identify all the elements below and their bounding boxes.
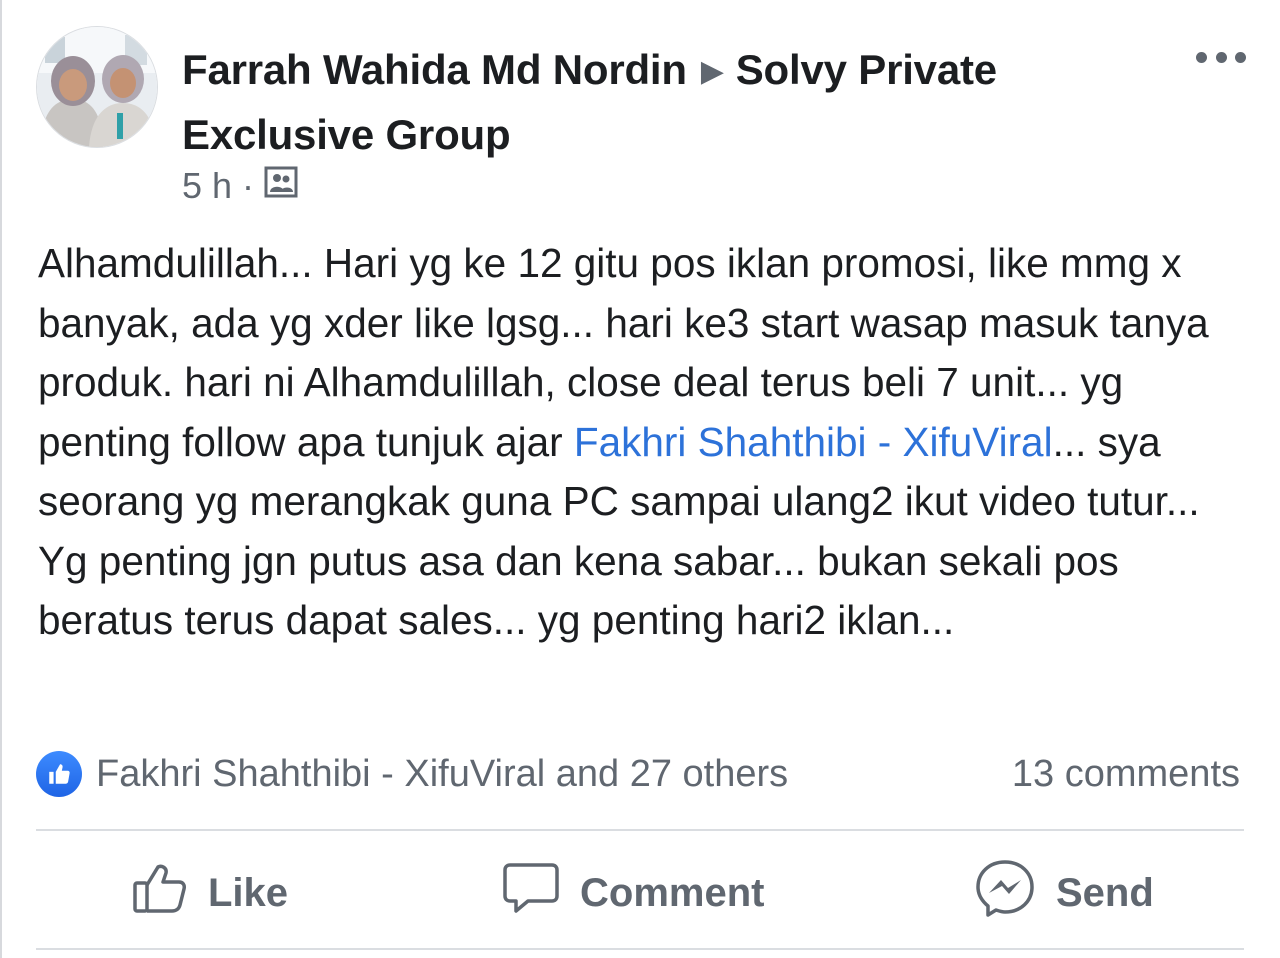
like-label: Like — [208, 870, 289, 915]
reactions-text: Fakhri Shahthibi - XifuViral and 27 othe… — [96, 752, 789, 795]
messenger-icon — [974, 858, 1036, 928]
reactions-summary[interactable]: Fakhri Shahthibi - XifuViral and 27 othe… — [36, 750, 788, 798]
comment-button[interactable]: Comment — [502, 852, 764, 934]
send-label: Send — [1056, 870, 1154, 915]
mention-link[interactable]: Fakhri Shahthibi - XifuViral — [574, 419, 1053, 465]
comments-count[interactable]: 13 comments — [1012, 750, 1240, 798]
action-bar: Like Comment Send — [0, 852, 1280, 934]
group-audience-icon — [264, 165, 298, 207]
send-button[interactable]: Send — [974, 852, 1154, 934]
author-name[interactable]: Farrah Wahida Md Nordin — [182, 46, 687, 93]
like-button[interactable]: Like — [132, 852, 288, 934]
like-reaction-icon — [36, 751, 82, 797]
post-body: Alhamdulillah... Hari yg ke 12 gitu pos … — [38, 234, 1253, 651]
meta-separator: · — [242, 165, 255, 206]
more-options-icon[interactable] — [1196, 44, 1246, 70]
thumbs-up-icon — [132, 861, 188, 925]
comment-bubble-icon — [502, 861, 560, 925]
author-avatar[interactable] — [36, 26, 158, 148]
post-header: Farrah Wahida Md Nordin ▶ Solvy Private Ex… — [182, 40, 1142, 165]
arrow-right-icon: ▶ — [700, 55, 724, 88]
card-border — [0, 0, 2, 958]
divider-bottom — [36, 948, 1244, 950]
comment-label: Comment — [580, 870, 765, 915]
post-meta: 5 h · — [182, 165, 298, 207]
post-time[interactable]: 5 h — [182, 165, 232, 207]
divider-top — [36, 829, 1244, 831]
